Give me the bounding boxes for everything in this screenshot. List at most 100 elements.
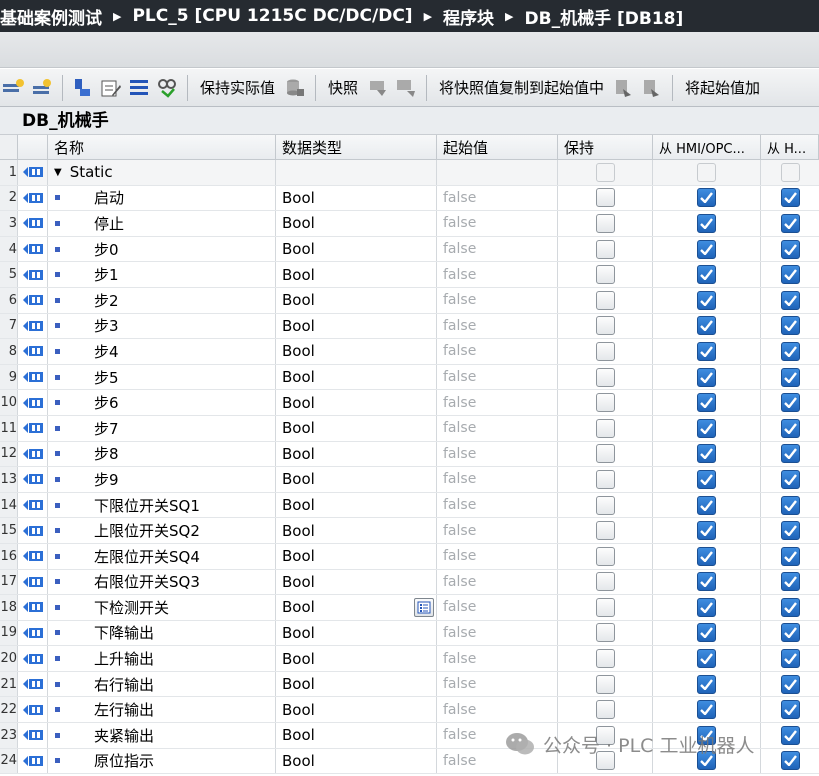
datatype-cell[interactable]: Bool [276,262,437,287]
table-row[interactable]: 4 步0 Bool false [0,236,819,263]
variable-name[interactable]: 步9 [94,469,119,490]
add-row-icon[interactable] [30,76,54,100]
retain-checkbox[interactable] [595,700,615,720]
hmi-writable-checkbox[interactable] [780,265,800,285]
variable-name[interactable]: 下降输出 [94,622,154,643]
hmi-accessible-checkbox[interactable] [697,649,716,669]
list-view-icon[interactable] [127,76,151,100]
name-cell[interactable]: 步3 [48,313,276,339]
hmi-accessible-checkbox[interactable] [697,341,716,361]
hmi-accessible-checkbox[interactable] [697,265,716,285]
variable-name[interactable]: 夹紧输出 [94,725,154,746]
table-row[interactable]: 7 步3 Bool false [0,313,819,340]
datatype-cell[interactable]: Bool [276,697,437,723]
retain-checkbox[interactable] [595,239,615,259]
start-value-cell[interactable]: false [437,390,558,415]
datatype-cell[interactable]: Bool [276,492,437,518]
datatype-cell[interactable]: Bool [276,236,437,262]
variable-name[interactable]: 启动 [94,187,124,208]
datatype-cell[interactable]: Bool [276,364,437,390]
load-start-values-button[interactable]: 将起始值加 [685,77,760,98]
variable-name[interactable]: 右限位开关SQ3 [94,571,200,592]
breadcrumb-program-blocks[interactable]: 程序块 [443,4,494,29]
retain-checkbox[interactable] [595,393,615,413]
table-row[interactable]: 8 步4 Bool false [0,339,819,365]
start-value-cell[interactable]: false [437,697,558,723]
hmi-writable-checkbox[interactable] [780,213,800,233]
variable-name[interactable]: 左限位开关SQ4 [94,546,200,567]
variable-datatype[interactable]: Bool [282,701,315,719]
variable-start-value[interactable]: false [443,267,476,283]
keep-actual-values-button[interactable]: 保持实际值 [200,77,275,98]
variable-start-value[interactable]: false [443,369,476,385]
start-value-cell[interactable]: false [437,671,558,697]
table-row[interactable]: 3 停止 Bool false [0,211,819,237]
monitor-icon[interactable] [155,76,179,100]
variable-datatype[interactable]: Bool [282,266,315,284]
name-cell[interactable]: 左行输出 [48,697,276,723]
variable-name[interactable]: 步5 [94,367,119,388]
datatype-cell[interactable]: Bool [276,467,437,492]
variable-datatype[interactable]: Bool [282,598,315,616]
hmi-writable-checkbox[interactable] [780,495,800,515]
variable-datatype[interactable]: Bool [282,317,315,335]
variable-datatype[interactable]: Bool [282,189,315,207]
hmi-writable-checkbox[interactable] [780,290,800,310]
hmi-writable-checkbox[interactable] [780,469,800,489]
variable-start-value[interactable]: false [443,753,476,769]
hmi-writable-checkbox[interactable] [780,700,800,720]
variable-datatype[interactable]: Bool [282,394,315,412]
name-cell[interactable]: 步1 [48,262,276,287]
hmi-writable-checkbox[interactable] [780,572,800,592]
hmi-writable-checkbox[interactable] [780,623,800,643]
header-retain[interactable]: 保持 [558,135,653,159]
name-cell[interactable]: 步4 [48,339,276,364]
datatype-cell[interactable]: Bool [276,287,437,313]
start-value-cell[interactable]: false [437,415,558,441]
hmi-accessible-checkbox[interactable] [697,239,716,259]
table-row[interactable]: 10 步6 Bool false [0,390,819,416]
variable-start-value[interactable]: false [443,446,476,462]
datatype-cell[interactable]: Bool [276,185,437,211]
hmi-accessible-checkbox[interactable] [697,674,716,694]
datatype-cell[interactable]: Bool [276,313,437,339]
value-picker-icon[interactable] [414,598,434,618]
name-cell[interactable]: 上限位开关SQ2 [48,518,276,543]
header-datatype[interactable]: 数据类型 [276,135,437,159]
variable-datatype[interactable]: Bool [282,547,315,565]
datatype-cell[interactable]: Bool [276,646,437,671]
name-cell[interactable]: 下限位开关SQ1 [48,492,276,518]
variable-name[interactable]: 原位指示 [94,750,154,771]
name-cell[interactable]: 步7 [48,415,276,441]
hmi-accessible-checkbox[interactable] [697,521,716,541]
variable-name[interactable]: 停止 [94,213,124,234]
start-value-cell[interactable]: false [437,313,558,339]
variable-name[interactable]: 上限位开关SQ2 [94,520,200,541]
datatype-cell[interactable]: Bool [276,748,437,774]
variable-name[interactable]: 步2 [94,290,119,311]
hmi-writable-checkbox[interactable] [780,597,800,617]
start-value-cell[interactable]: false [437,211,558,236]
name-cell[interactable]: 右行输出 [48,671,276,697]
variable-datatype[interactable]: Bool [282,419,315,437]
start-value-cell[interactable]: false [437,236,558,262]
start-value-cell[interactable]: false [437,364,558,390]
variable-datatype[interactable]: Bool [282,624,315,642]
hmi-accessible-checkbox[interactable] [697,597,716,617]
hmi-writable-checkbox[interactable] [780,751,800,771]
hmi-writable-checkbox[interactable] [780,546,800,566]
variable-name[interactable]: 步0 [94,239,119,260]
datatype-cell[interactable]: Bool [276,441,437,467]
variable-start-value[interactable]: false [443,548,476,564]
table-row[interactable]: 16 左限位开关SQ4 Bool false [0,543,819,570]
datatype-cell[interactable]: Bool [276,569,437,595]
variable-datatype[interactable]: Bool [282,726,315,744]
variable-name[interactable]: 上升输出 [94,648,154,669]
hmi-writable-checkbox[interactable] [780,341,800,361]
retain-checkbox[interactable] [595,213,615,233]
hmi-accessible-checkbox[interactable] [697,367,716,387]
name-cell[interactable]: 上升输出 [48,646,276,671]
hmi-accessible-checkbox[interactable] [697,290,716,310]
snapshot-button[interactable]: 快照 [328,77,358,98]
retain-checkbox[interactable] [595,188,615,208]
